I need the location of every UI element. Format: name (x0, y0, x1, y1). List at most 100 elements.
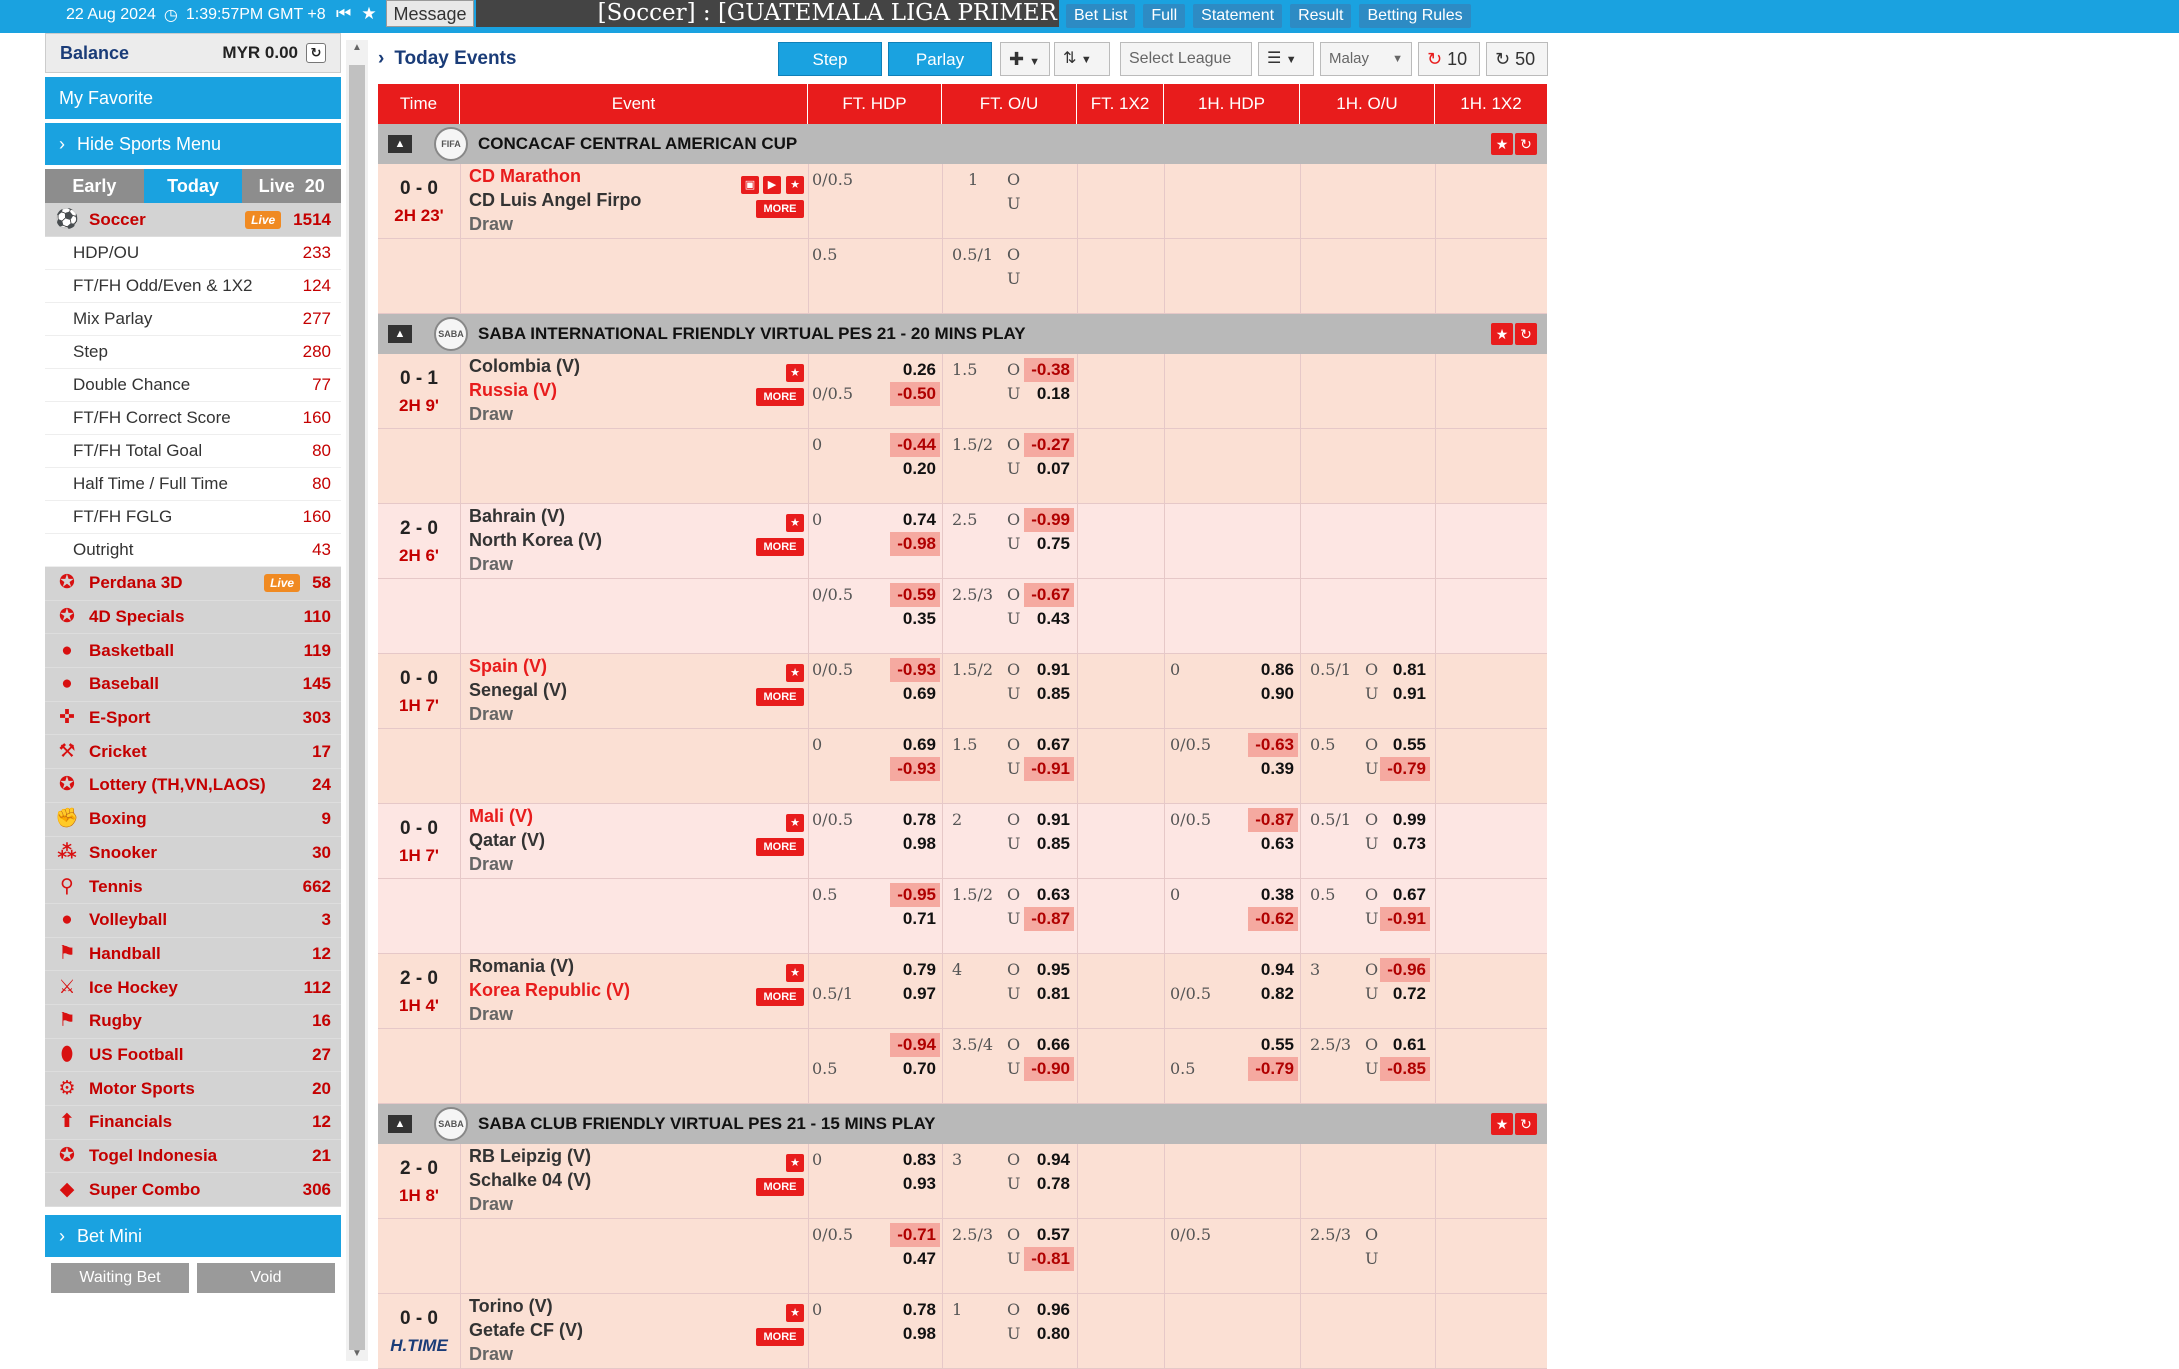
tab-live[interactable]: Live 20 (242, 169, 342, 203)
odds-value[interactable]: 0.67 (1380, 883, 1430, 907)
sport-item[interactable]: ⬮ US Football 27 (45, 1038, 341, 1073)
tab-today[interactable]: Today (143, 169, 243, 203)
odds-value[interactable]: -0.91 (1380, 907, 1430, 931)
odds-value[interactable]: 0.81 (1024, 982, 1074, 1006)
soccer-sub-item[interactable]: FT/FH Total Goal 80 (45, 435, 341, 468)
odds-value[interactable]: -0.71 (890, 1223, 940, 1247)
odds-value[interactable]: 0.43 (1024, 607, 1074, 631)
scrollbar-thumb[interactable] (349, 65, 365, 1350)
odds-value[interactable]: 0.20 (890, 457, 940, 481)
odds-value[interactable]: -0.59 (890, 583, 940, 607)
odds-value[interactable]: 0.69 (890, 682, 940, 706)
odds-value[interactable]: 0.95 (1024, 958, 1074, 982)
favorite-star-icon[interactable]: ★ (786, 1154, 804, 1172)
soccer-sub-item[interactable]: Mix Parlay 277 (45, 303, 341, 336)
odds-value[interactable]: 0.73 (1380, 832, 1430, 856)
more-button[interactable]: MORE (756, 388, 804, 406)
sport-item[interactable]: ⚒ Cricket 17 (45, 735, 341, 770)
collapse-icon[interactable]: ▲ (388, 325, 412, 343)
odds-value[interactable]: 0.38 (1248, 883, 1298, 907)
league-row[interactable]: ▲ SABA SABA INTERNATIONAL FRIENDLY VIRTUAL… (378, 314, 1547, 354)
betting-rules-link[interactable]: Betting Rules (1359, 4, 1471, 28)
sport-item[interactable]: ◆ Super Combo 306 (45, 1173, 341, 1208)
favorite-star-icon[interactable]: ★ (1491, 133, 1513, 155)
home-team[interactable]: Bahrain (V) (469, 504, 602, 528)
away-team[interactable]: North Korea (V) (469, 528, 602, 552)
odds-value[interactable]: 0.18 (1024, 382, 1074, 406)
odds-value[interactable]: -0.91 (1024, 757, 1074, 781)
favorite-star-icon[interactable]: ★ (786, 364, 804, 382)
favorite-star-icon[interactable]: ★ (786, 814, 804, 832)
soccer-sub-item[interactable]: Half Time / Full Time 80 (45, 468, 341, 501)
odds-value[interactable]: 0.80 (1024, 1322, 1074, 1346)
odds-value[interactable]: 0.55 (1248, 1033, 1298, 1057)
soccer-sub-item[interactable]: HDP/OU 233 (45, 237, 341, 270)
odds-value[interactable]: 0.74 (890, 508, 940, 532)
odds-value[interactable]: 0.71 (890, 907, 940, 931)
refresh-icon[interactable]: ↻ (1515, 133, 1537, 155)
hide-sports-menu-button[interactable]: › Hide Sports Menu (45, 123, 341, 165)
away-team[interactable]: Russia (V) (469, 378, 580, 402)
sport-item[interactable]: ● Volleyball 3 (45, 903, 341, 938)
odds-value[interactable]: -0.93 (890, 658, 940, 682)
home-team[interactable]: Torino (V) (469, 1294, 583, 1318)
tab-early[interactable]: Early (45, 169, 144, 203)
odds-value[interactable]: 0.93 (890, 1172, 940, 1196)
away-team[interactable]: Schalke 04 (V) (469, 1168, 591, 1192)
odds-value[interactable]: -0.79 (1380, 757, 1430, 781)
odds-value[interactable]: 0.55 (1380, 733, 1430, 757)
more-button[interactable]: MORE (756, 838, 804, 856)
odds-value[interactable]: -0.79 (1248, 1057, 1298, 1081)
away-team[interactable]: Korea Republic (V) (469, 978, 630, 1002)
soccer-sub-item[interactable]: FT/FH Odd/Even & 1X2 124 (45, 270, 341, 303)
odds-value[interactable]: 0.99 (1380, 808, 1430, 832)
odds-value[interactable]: 0.75 (1024, 532, 1074, 556)
odds-value[interactable]: 0.78 (890, 808, 940, 832)
away-team[interactable]: Qatar (V) (469, 828, 545, 852)
soccer-sub-item[interactable]: Step 280 (45, 336, 341, 369)
soccer-sub-item[interactable]: FT/FH Correct Score 160 (45, 402, 341, 435)
sport-item[interactable]: ⚑ Rugby 16 (45, 1004, 341, 1039)
sport-item[interactable]: ● Basketball 119 (45, 634, 341, 669)
refresh-all-button[interactable]: ↻ 50 (1486, 42, 1548, 76)
odds-value[interactable]: 0.78 (890, 1298, 940, 1322)
odds-value[interactable]: 0.57 (1024, 1223, 1074, 1247)
live-tv-icon[interactable]: ▣ (741, 176, 759, 194)
language-select[interactable]: Malay ▼ (1320, 42, 1412, 76)
favorite-star-icon[interactable]: ★ (786, 1304, 804, 1322)
refresh-live-button[interactable]: ↻ 10 (1418, 42, 1480, 76)
refresh-icon[interactable]: ↻ (1515, 323, 1537, 345)
odds-value[interactable]: 0.94 (1248, 958, 1298, 982)
odds-value[interactable]: -0.81 (1024, 1247, 1074, 1271)
odds-value[interactable]: 0.82 (1248, 982, 1298, 1006)
odds-value[interactable]: 0.26 (890, 358, 940, 382)
my-favorite-button[interactable]: My Favorite (45, 77, 341, 119)
odds-value[interactable]: 0.47 (890, 1247, 940, 1271)
odds-value[interactable]: 0.91 (1024, 658, 1074, 682)
collapse-icon[interactable]: ▲ (388, 135, 412, 153)
odds-value[interactable]: -0.90 (1024, 1057, 1074, 1081)
odds-value[interactable]: -0.87 (1024, 907, 1074, 931)
favorite-star-icon[interactable]: ★ (1491, 323, 1513, 345)
more-button[interactable]: MORE (756, 538, 804, 556)
away-team[interactable]: Senegal (V) (469, 678, 567, 702)
sport-item[interactable]: ⚔ Ice Hockey 112 (45, 971, 341, 1005)
sort-dropdown[interactable]: ⇅ ▼ (1054, 42, 1110, 76)
odds-value[interactable]: 0.69 (890, 733, 940, 757)
sport-item[interactable]: ✪ Togel Indonesia 21 (45, 1139, 341, 1174)
odds-value[interactable]: 0.97 (890, 982, 940, 1006)
sidebar-scrollbar[interactable]: ▲ ▼ (346, 40, 368, 1361)
odds-value[interactable]: 0.63 (1024, 883, 1074, 907)
odds-value[interactable]: -0.67 (1024, 583, 1074, 607)
soccer-sub-item[interactable]: FT/FH FGLG 160 (45, 501, 341, 534)
scroll-up-icon[interactable]: ▲ (352, 42, 362, 53)
refresh-icon[interactable]: ↻ (1515, 1113, 1537, 1135)
league-row[interactable]: ▲ SABA SABA CLUB FRIENDLY VIRTUAL PES 21 -… (378, 1104, 1547, 1144)
more-button[interactable]: MORE (756, 988, 804, 1006)
add-dropdown[interactable]: ✚ ▼ (1000, 42, 1050, 76)
more-button[interactable]: MORE (756, 200, 804, 218)
odds-value[interactable]: 0.07 (1024, 457, 1074, 481)
odds-value[interactable]: 0.81 (1380, 658, 1430, 682)
sport-soccer[interactable]: ⚽ Soccer Live 1514 (45, 203, 341, 237)
odds-value[interactable]: 0.70 (890, 1057, 940, 1081)
